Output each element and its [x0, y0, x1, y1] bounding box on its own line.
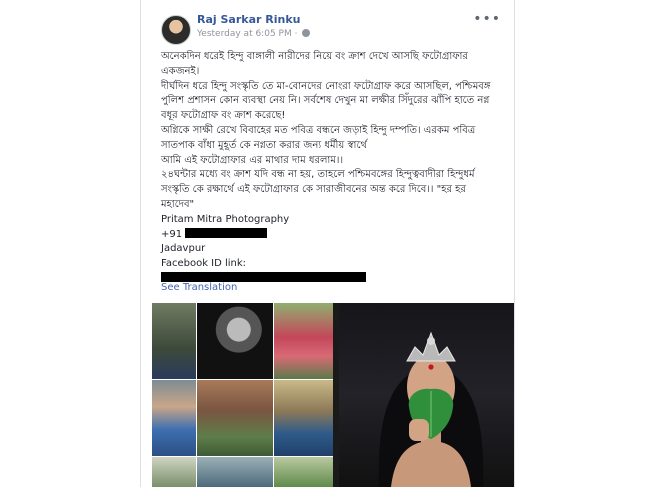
redaction-bar: [161, 271, 366, 282]
thumbnail-photo[interactable]: [197, 380, 273, 456]
thumbnail-photo[interactable]: [152, 457, 196, 487]
thumbnail-photo[interactable]: [274, 457, 333, 487]
post-body: অনেকদিন ধরেই হিন্দু বাঙ্গালী নারীদের নিয…: [161, 50, 501, 287]
post-header: Raj Sarkar Rinku Yesterday at 6:05 PM · …: [161, 11, 501, 45]
thumbnail-photo[interactable]: [152, 303, 196, 379]
more-options-icon[interactable]: •••: [473, 11, 501, 27]
thumbnail-photo[interactable]: [274, 303, 333, 379]
body-line: অগ্নিকে সাক্ষী রেখে বিবাহের মত পবিত্র বন…: [161, 124, 479, 151]
post-timestamp[interactable]: Yesterday at 6:05 PM: [197, 29, 292, 39]
phone-line: +91: [161, 227, 501, 243]
see-translation-link[interactable]: See Translation: [161, 282, 237, 293]
thumbnail-photo[interactable]: [274, 380, 333, 456]
author-avatar[interactable]: [161, 15, 191, 45]
featured-photo-art: [378, 331, 484, 487]
body-line: দীর্ঘদিন ধরে হিন্দু সংস্কৃতি তে মা-বোনদে…: [161, 80, 494, 122]
featured-photo[interactable]: [339, 303, 514, 487]
redaction-bar: [185, 227, 268, 238]
thumbnail-photo[interactable]: [152, 380, 196, 456]
thumbnail-collage[interactable]: [152, 303, 333, 487]
location-text: Jadavpur: [161, 243, 206, 255]
body-line: ২৪ঘন্টার মধ্যে বং ক্রাশ যদি বন্ধ না হয়,…: [161, 169, 478, 210]
thumbnail-photo[interactable]: [197, 457, 273, 487]
phone-prefix: +91: [161, 228, 183, 240]
photo-gallery: [152, 303, 514, 487]
thumbnail-photo[interactable]: [197, 303, 273, 379]
body-line: অনেকদিন ধরেই হিন্দু বাঙ্গালী নারীদের নিয…: [161, 51, 472, 77]
globe-icon[interactable]: [302, 29, 311, 37]
post-meta: Yesterday at 6:05 PM ·: [197, 29, 311, 39]
fb-id-label: Facebook ID link:: [161, 258, 247, 270]
photographer-name: Pritam Mitra Photography: [161, 213, 290, 225]
author-name[interactable]: Raj Sarkar Rinku: [197, 13, 300, 26]
body-line: আমি এই ফটোগ্রাফার এর মাথার দাম ধরলাম।।: [161, 154, 344, 166]
separator: ·: [294, 29, 301, 39]
facebook-post: Raj Sarkar Rinku Yesterday at 6:05 PM · …: [140, 0, 515, 487]
